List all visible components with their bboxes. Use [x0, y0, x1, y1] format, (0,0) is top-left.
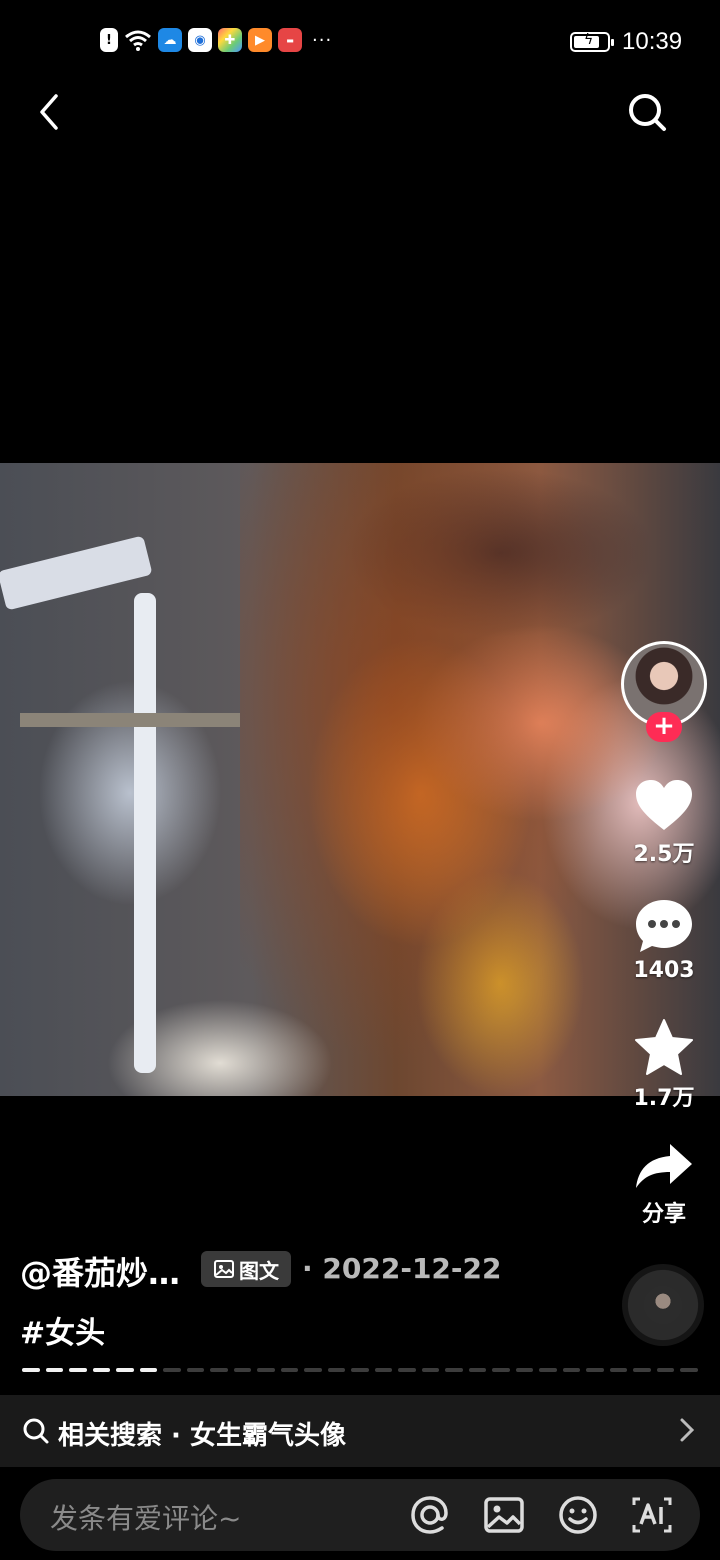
author-avatar-button[interactable]: +: [621, 641, 707, 742]
heart-icon: [636, 780, 692, 830]
mention-icon[interactable]: [408, 1493, 452, 1537]
like-button[interactable]: 2.5万: [624, 778, 704, 868]
page-dash: [69, 1368, 87, 1372]
image-lamp-pole: [134, 593, 156, 1073]
alert-icon: !: [100, 28, 118, 52]
comment-count: 1403: [633, 958, 695, 983]
comment-input[interactable]: 发条有爱评论~: [50, 1497, 241, 1537]
page-dash: [609, 1368, 628, 1372]
related-search-bar[interactable]: 相关搜索 · 女生霸气头像: [0, 1395, 720, 1467]
page-dash: [515, 1368, 534, 1372]
page-dash: [492, 1368, 510, 1372]
image-icon: [214, 1260, 234, 1278]
favorite-button[interactable]: 1.7万: [624, 1018, 704, 1112]
image-hair: [240, 463, 620, 1063]
hashtag-link[interactable]: #女头: [20, 1308, 105, 1352]
page-dash: [116, 1368, 134, 1372]
page-dash: [680, 1368, 698, 1372]
comment-icon: [636, 900, 692, 952]
comment-button[interactable]: 1403: [624, 898, 704, 983]
page-dash: [45, 1368, 64, 1372]
music-cover: [644, 1286, 682, 1324]
related-search-label: 相关搜索 · 女生霸气头像: [58, 1421, 346, 1451]
status-bar: ! ☁ ◉ ✚ ▶ ▬ ··· ϟ 10:39: [0, 0, 720, 84]
back-button[interactable]: [28, 88, 76, 136]
huawei-icon: ▬: [278, 28, 302, 52]
page-dash: [139, 1368, 158, 1372]
favorite-count: 1.7万: [633, 1086, 695, 1111]
status-time: 10:39: [622, 28, 683, 55]
page-dash: [257, 1368, 275, 1372]
search-icon: [23, 1418, 49, 1444]
page-dash: [633, 1368, 651, 1372]
wifi-icon: [125, 30, 151, 51]
page-dash: [22, 1368, 40, 1372]
date-separator: ·: [302, 1252, 313, 1285]
search-button[interactable]: [624, 88, 672, 136]
page-dash: [539, 1368, 557, 1372]
page-dash: [468, 1368, 487, 1372]
ai-icon[interactable]: [630, 1493, 674, 1537]
image-page-indicator: [22, 1368, 698, 1372]
page-dash: [445, 1368, 463, 1372]
post-type-label: 图文: [239, 1258, 279, 1283]
like-count: 2.5万: [633, 842, 695, 867]
page-dash: [233, 1368, 252, 1372]
status-icons: ! ☁ ◉ ✚ ▶ ▬ ···: [100, 28, 332, 52]
post-image[interactable]: [0, 463, 720, 1096]
video-icon: ▶: [248, 28, 272, 52]
music-disc-button[interactable]: [622, 1264, 704, 1346]
share-label: 分享: [641, 1202, 686, 1227]
page-dash: [586, 1368, 604, 1372]
page-dash: [186, 1368, 205, 1372]
post-type-badge: 图文: [201, 1251, 291, 1287]
app-icon: ✚: [218, 28, 242, 52]
post-date: · 2022-12-22: [302, 1252, 502, 1285]
battery-icon: ϟ: [570, 32, 614, 52]
search-icon: [629, 94, 666, 131]
page-dash: [280, 1368, 299, 1372]
image-icon[interactable]: [482, 1493, 526, 1537]
overflow-icon: ···: [312, 29, 333, 51]
star-icon: [635, 1019, 693, 1075]
page-dash: [656, 1368, 675, 1372]
share-icon: [636, 1144, 692, 1188]
page-dash: [398, 1368, 416, 1372]
page-dash: [374, 1368, 393, 1372]
page-dash: [351, 1368, 369, 1372]
weather-icon: ☁: [158, 28, 182, 52]
emoji-icon[interactable]: [556, 1493, 600, 1537]
author-name[interactable]: @番茄炒…: [20, 1248, 180, 1294]
page-dash: [421, 1368, 440, 1372]
page-dash: [92, 1368, 111, 1372]
comment-bar: 发条有爱评论~: [20, 1479, 700, 1551]
follow-button[interactable]: +: [646, 712, 682, 742]
chevron-left-icon: [40, 94, 58, 130]
charging-icon: ϟ: [584, 32, 594, 48]
page-dash: [327, 1368, 346, 1372]
page-dash: [562, 1368, 581, 1372]
page-dash: [304, 1368, 322, 1372]
image-shelf: [20, 713, 240, 727]
date-value: 2022-12-22: [322, 1252, 502, 1285]
image-lamp: [0, 535, 153, 611]
page-dash: [163, 1368, 181, 1372]
browser-icon: ◉: [188, 28, 212, 52]
page-dash: [210, 1368, 228, 1372]
share-button[interactable]: 分享: [624, 1142, 704, 1228]
chevron-right-icon: [680, 1418, 695, 1442]
